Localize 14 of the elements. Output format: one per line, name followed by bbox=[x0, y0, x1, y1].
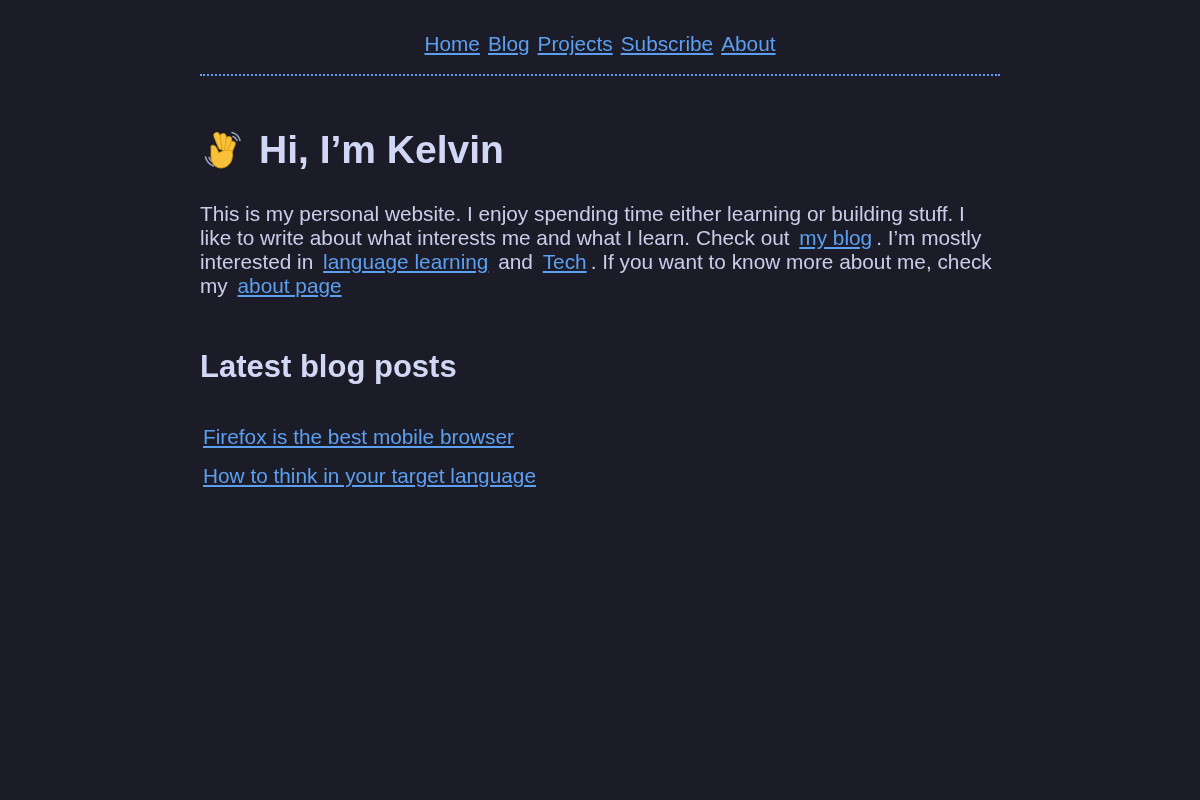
nav-link[interactable]: Projects bbox=[537, 32, 613, 56]
text-link[interactable]: my blog bbox=[799, 226, 873, 249]
nav-link[interactable]: About bbox=[721, 32, 776, 56]
text-link[interactable]: about page bbox=[237, 274, 342, 297]
post-link[interactable]: Firefox is the best mobile browser bbox=[203, 425, 514, 448]
nav-link[interactable]: Blog bbox=[487, 32, 530, 56]
intro-paragraph: This is my personal website. I enjoy spending time either learning or building stuff. I like to write about what interests me and what I learn. Check out my blog . I’m mostly interested in language learning and Tech . If you want to know more about me, check my about page bbox=[200, 202, 993, 298]
nav-link[interactable]: Home bbox=[424, 32, 480, 56]
nav-link[interactable]: Subscribe bbox=[620, 32, 714, 56]
section-heading: Latest blog posts bbox=[200, 348, 458, 386]
text-link[interactable]: language learning bbox=[323, 250, 489, 273]
post-link[interactable]: How to think in your target language bbox=[203, 464, 536, 487]
text-link[interactable]: Tech bbox=[542, 250, 587, 273]
page-heading: Hi, I’m Kelvin bbox=[259, 127, 504, 173]
